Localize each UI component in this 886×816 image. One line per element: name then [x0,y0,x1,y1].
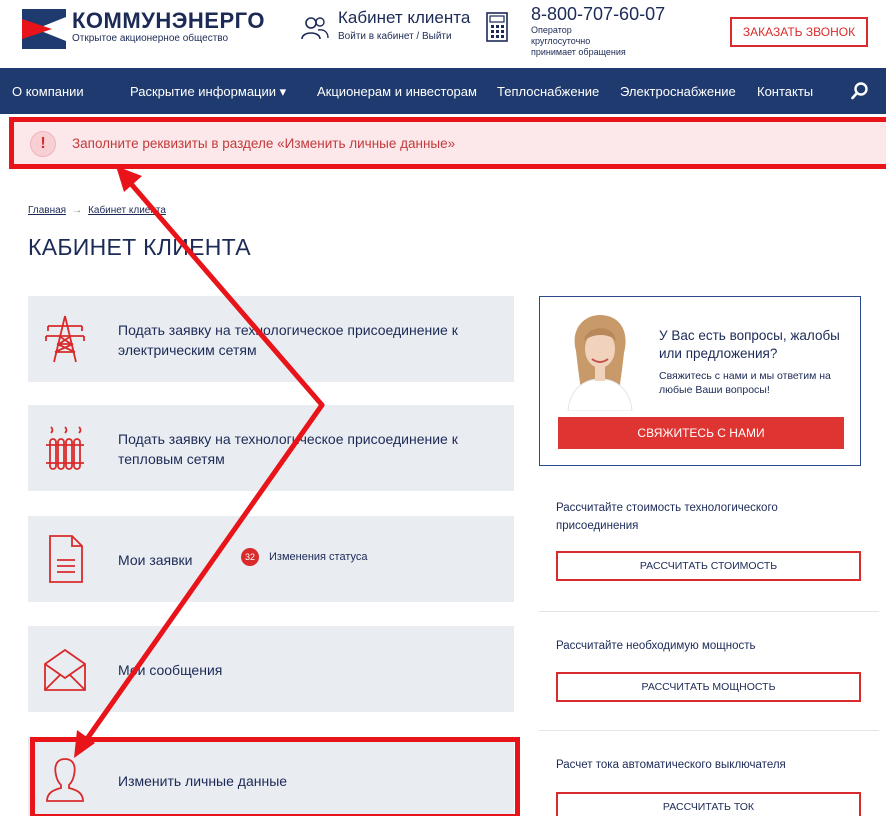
main-nav: О компании Раскрытие информации ▾ Акцион… [0,68,886,114]
card-label: Мои заявки [118,552,193,568]
calc-power-button[interactable]: РАССЧИТАТЬ МОЩНОСТЬ [556,672,861,702]
document-icon [49,535,83,583]
calc-current-text: Расчет тока автоматического выключателя [556,759,786,771]
calc-cost-text: Рассчитайте стоимость технологического п… [556,502,778,532]
edit-profile-highlight [30,737,520,816]
status-badge[interactable]: 32 [241,548,259,566]
envelope-icon [44,648,86,691]
nav-item-contacts[interactable]: Контакты [757,84,813,99]
support-woman-photo [567,315,633,411]
brand-name[interactable]: КОММУНЭНЕРГО [72,8,265,34]
alert-text: Заполните реквизиты в разделе «Изменить … [72,136,456,151]
breadcrumb-separator: → [72,205,83,216]
radiator-icon [46,426,84,470]
contact-us-button[interactable]: СВЯЖИТЕСЬ С НАМИ [558,417,844,449]
divider [539,611,879,612]
brand-subtitle: Открытое акционерное общество [72,33,229,44]
card-electric-connection[interactable]: Подать заявку на технологическое присоед… [28,296,514,382]
arrow-head-alert [116,166,142,192]
calc-power-text: Рассчитайте необходимую мощность [556,640,756,652]
site-header: КОММУНЭНЕРГО Открытое акционерное общест… [0,0,886,64]
warning-icon: ! [30,131,56,157]
cabinet-login-logout[interactable]: Войти в кабинет / Выйти [338,31,452,42]
status-changes-label[interactable]: Изменения статуса [269,551,368,563]
breadcrumb: Главная → Кабинет клиента [28,205,166,216]
nav-item-heat-supply[interactable]: Теплоснабжение [497,84,599,99]
card-heat-connection[interactable]: Подать заявку на технологическое присоед… [28,405,514,491]
card-label: Подать заявку на технологическое присоед… [118,431,458,467]
breadcrumb-home[interactable]: Главная [28,205,66,216]
phone-icon [486,12,508,42]
phone-number[interactable]: 8-800-707-60-07 [531,4,665,25]
cabinet-title[interactable]: Кабинет клиента [338,8,470,28]
calc-current-button[interactable]: РАССЧИТАТЬ ТОК [556,792,861,816]
card-label: Мои сообщения [118,662,223,678]
search-button[interactable] [842,68,878,114]
requisites-alert: ! Заполните реквизиты в разделе «Изменит… [9,117,886,169]
nav-item-power-supply[interactable]: Электроснабжение [620,84,736,99]
breadcrumb-current[interactable]: Кабинет клиента [88,205,166,216]
calc-cost-button[interactable]: РАССЧИТАТЬ СТОИМОСТЬ [556,551,861,581]
phone-subtitle: Оператор круглосуточно принимает обращен… [531,25,626,57]
company-logo-icon[interactable] [22,9,66,49]
power-tower-icon [45,315,85,363]
contact-us-box: У Вас есть вопросы, жалобы или предложен… [539,296,861,466]
search-icon [851,82,868,100]
order-call-button[interactable]: ЗАКАЗАТЬ ЗВОНОК [730,17,868,47]
nav-item-shareholders[interactable]: Акционерам и инвесторам [317,84,477,99]
nav-item-disclosure[interactable]: Раскрытие информации ▾ [130,84,286,100]
card-my-messages[interactable]: Мои сообщения [28,626,514,712]
card-label: Подать заявку на технологическое присоед… [118,322,458,358]
card-my-applications[interactable]: Мои заявки 32 Изменения статуса [28,516,514,602]
page-title: КАБИНЕТ КЛИЕНТА [28,234,251,260]
help-text: Свяжитесь с нами и мы ответим на любые В… [659,370,831,396]
divider [539,730,879,731]
nav-item-about[interactable]: О компании [12,84,84,99]
help-title: У Вас есть вопросы, жалобы или предложен… [659,328,840,361]
users-icon[interactable] [300,16,330,40]
